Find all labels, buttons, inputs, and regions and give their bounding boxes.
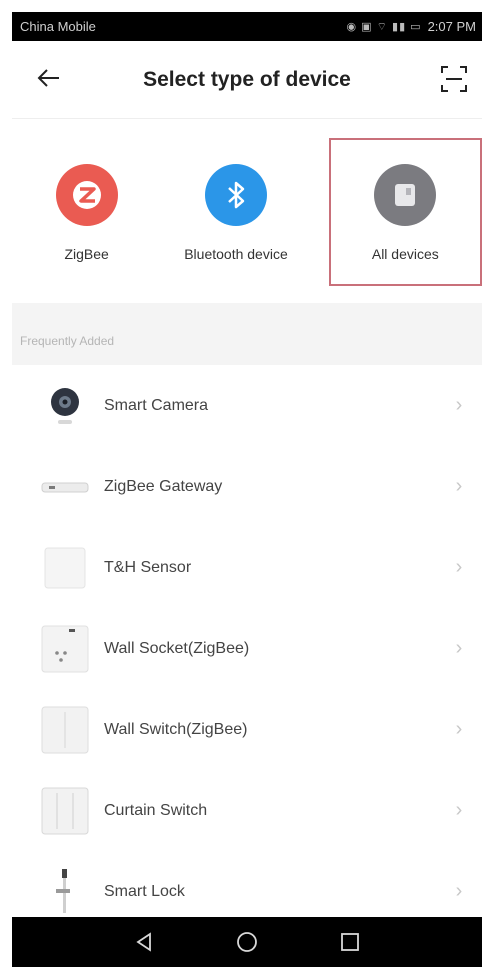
device-list: Smart Camera › ZigBee Gateway › T&H Sens… — [12, 365, 482, 932]
category-label: ZigBee — [64, 246, 109, 262]
list-item-th-sensor[interactable]: T&H Sensor › — [12, 527, 482, 608]
device-categories: ZigBee Bluetooth device All devices — [12, 124, 482, 294]
triangle-back-icon — [136, 932, 151, 952]
category-bluetooth[interactable]: Bluetooth device — [161, 124, 310, 294]
device-label: ZigBee Gateway — [104, 477, 223, 495]
socket-icon — [40, 624, 90, 674]
category-all-devices[interactable]: All devices — [328, 138, 482, 286]
clock: 2:07 PM — [427, 19, 476, 34]
gateway-icon — [40, 462, 90, 512]
list-item-wall-socket[interactable]: Wall Socket(ZigBee) › — [12, 608, 482, 689]
device-label: Wall Socket(ZigBee) — [104, 639, 250, 657]
nav-recents-button[interactable] — [335, 927, 365, 957]
back-button[interactable] — [34, 63, 64, 93]
category-label: Bluetooth device — [184, 246, 288, 262]
zigbee-icon — [55, 164, 118, 226]
chevron-right-icon: › — [455, 718, 463, 740]
status-indicators: ◉ ▣ ⌔ ▮▮ ▭ 2:07 PM — [347, 19, 476, 34]
chevron-right-icon: › — [455, 880, 463, 902]
chevron-right-icon: › — [455, 556, 463, 578]
circle-home-icon — [237, 932, 257, 952]
list-item-wall-switch[interactable]: Wall Switch(ZigBee) › — [12, 689, 482, 770]
list-item-zigbee-gateway[interactable]: ZigBee Gateway › — [12, 446, 482, 527]
chevron-right-icon: › — [455, 637, 463, 659]
lock-icon — [40, 867, 90, 917]
camera-icon — [40, 381, 90, 431]
chevron-right-icon: › — [455, 475, 463, 497]
curtain-switch-icon — [40, 786, 90, 836]
nav-home-button[interactable] — [232, 927, 262, 957]
square-recents-icon — [341, 933, 360, 951]
all-devices-icon — [374, 164, 437, 226]
back-arrow-icon — [37, 69, 59, 87]
category-label: All devices — [371, 246, 439, 262]
carrier-label: China Mobile — [20, 19, 96, 34]
device-label: Smart Lock — [104, 882, 185, 900]
sensor-icon — [40, 543, 90, 593]
bluetooth-icon — [204, 164, 267, 226]
scan-button[interactable] — [440, 65, 468, 93]
section-heading: Frequently Added — [12, 303, 482, 365]
device-label: T&H Sensor — [104, 558, 192, 576]
category-zigbee[interactable]: ZigBee — [12, 124, 161, 294]
nav-back-button[interactable] — [129, 927, 159, 957]
list-item-smart-camera[interactable]: Smart Camera › — [12, 365, 482, 446]
list-item-curtain-switch[interactable]: Curtain Switch › — [12, 770, 482, 851]
signal-icons: ◉ ▣ ⌔ ▮▮ ▭ — [346, 20, 422, 33]
device-label: Smart Camera — [104, 396, 209, 414]
switch-icon — [40, 705, 90, 755]
chevron-right-icon: › — [455, 394, 463, 416]
scan-icon — [441, 66, 467, 92]
status-bar: China Mobile ◉ ▣ ⌔ ▮▮ ▭ 2:07 PM — [12, 12, 482, 41]
page-title: Select type of device — [143, 67, 351, 91]
chevron-right-icon: › — [455, 799, 463, 821]
header: Select type of device — [12, 41, 482, 119]
device-label: Curtain Switch — [104, 801, 208, 819]
device-label: Wall Switch(ZigBee) — [104, 720, 248, 738]
navigation-bar — [12, 917, 482, 967]
